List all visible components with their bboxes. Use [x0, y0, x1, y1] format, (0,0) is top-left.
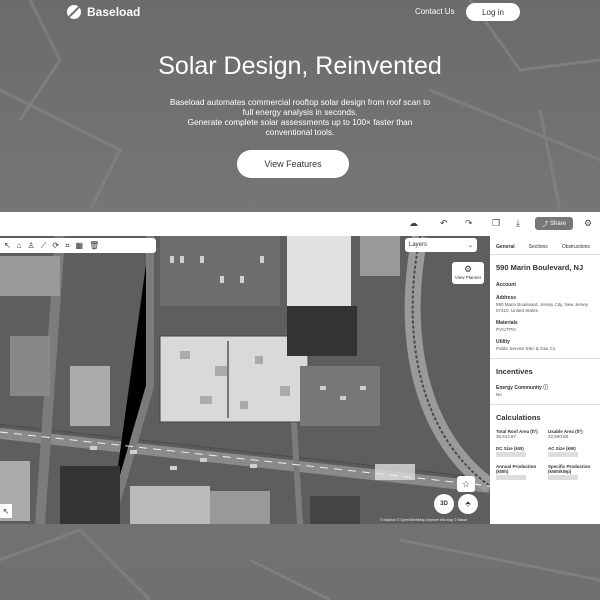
energy-community-value: No — [496, 392, 502, 397]
copy-icon[interactable]: ❐ — [492, 218, 500, 229]
utility-label: Utility — [496, 339, 510, 345]
tab-obstructions[interactable]: Obstructions — [562, 244, 590, 250]
property-panel: General Sections Obstructions 590 Marin … — [490, 236, 600, 524]
star-button[interactable]: ☆ — [457, 476, 475, 492]
undo-icon[interactable]: ↶ — [440, 218, 448, 229]
settings-icon[interactable]: ⚙ — [584, 218, 592, 229]
tab-sections[interactable]: Sections — [529, 244, 548, 250]
app-preview: ☁ ↶ ↷ ❐ ⤓ ⤴ Share ⚙ ↖ ⌂ ♙ ⟋ ⟳ ⌗ ▦ 🗑 Laye… — [0, 212, 600, 524]
map-control-button[interactable]: ↖ — [0, 504, 12, 518]
usable-area-value: 22,560.68 — [548, 434, 569, 439]
address-label: Address — [496, 295, 517, 301]
hero-title: Solar Design, Reinvented — [158, 52, 442, 80]
dc-size-placeholder — [496, 452, 526, 457]
calculations-title: Calculations — [496, 413, 541, 422]
grid-icon[interactable]: ▦ — [76, 241, 84, 250]
specific-production-label: Specific Production (kWh/kWp) — [548, 464, 591, 474]
redo-icon[interactable]: ↷ — [465, 218, 473, 229]
3d-toggle-button[interactable]: 3D — [434, 494, 454, 514]
account-label: Account — [496, 282, 516, 288]
login-button[interactable]: Log in — [466, 3, 520, 21]
crop-icon[interactable]: ⌗ — [65, 241, 70, 251]
share-button[interactable]: ⤴ Share — [535, 217, 573, 230]
utility-value: Public Service Elec & Gas Co — [496, 346, 556, 351]
ac-size-placeholder — [548, 452, 578, 457]
hero-subtitle: Baseload automates commercial rooftop so… — [130, 97, 470, 137]
cloud-icon[interactable]: ☁ — [409, 218, 418, 229]
view-planner-button[interactable]: ⚙ View Planner — [452, 262, 484, 284]
layers-dropdown[interactable]: Layers ⌄ — [405, 238, 477, 252]
annual-production-placeholder — [496, 475, 526, 480]
ruler-icon[interactable]: ⟋ — [41, 241, 47, 251]
map-attribution: © Mapbox © OpenStreetMap Improve this ma… — [380, 518, 468, 522]
gear-icon: ⚙ — [463, 264, 473, 274]
download-icon[interactable]: ⤓ — [516, 218, 520, 229]
view-features-button[interactable]: View Features — [237, 150, 349, 178]
address-value: 590 Marin Boulevard, Jersey City, New Je… — [496, 302, 588, 313]
brand-logo[interactable]: Baseload — [67, 5, 140, 19]
app-toolbar: ☁ ↶ ↷ ❐ ⤓ ⤴ Share ⚙ — [0, 212, 600, 237]
top-nav: Baseload Contact Us Log in — [0, 0, 600, 26]
total-roof-area-value: 35,514.87 — [496, 434, 517, 439]
hero-subtitle-line: Baseload automates commercial rooftop so… — [169, 97, 431, 107]
trash-icon[interactable]: 🗑 — [89, 241, 99, 250]
energy-community-text: Energy Community — [496, 385, 542, 391]
hero-subtitle-line: Generate complete solar assessments up t… — [187, 117, 413, 127]
chevron-down-icon: ⌄ — [467, 242, 473, 249]
energy-community-label: Energy Community ⓘ — [490, 378, 600, 392]
compass-button[interactable]: ⬘ — [458, 494, 478, 514]
specific-production-placeholder — [548, 475, 578, 480]
ac-size-label: AC Size (kW) — [548, 446, 576, 451]
dc-size-label: DC Size (kW) — [496, 446, 524, 451]
annual-production-label: Annual Production (kWh) — [496, 464, 537, 474]
compass-icon: ⬘ — [465, 501, 471, 508]
cursor-icon[interactable]: ↖ — [4, 241, 11, 250]
shirt-icon[interactable]: ♙ — [28, 241, 35, 250]
calculations-grid: Total Roof Area (ft²) 35,514.87 Usable A… — [490, 424, 600, 480]
contact-link[interactable]: Contact Us — [415, 7, 455, 16]
panel-tabs: General Sections Obstructions — [490, 236, 600, 255]
layers-label: Layers — [409, 242, 428, 248]
info-icon[interactable]: ⓘ — [543, 385, 548, 391]
rotate-icon[interactable]: ⟳ — [52, 241, 59, 250]
cursor-small-icon: ↖ — [2, 506, 10, 516]
share-icon: ⤴ — [541, 222, 548, 228]
view-planner-label: View Planner — [454, 275, 482, 280]
hero-subtitle-line: conventional tools. — [265, 127, 335, 137]
materials-label: Materials — [496, 320, 518, 326]
satellite-map[interactable]: ↖ ⌂ ♙ ⟋ ⟳ ⌗ ▦ 🗑 Layers ⌄ ⚙ View Planner … — [0, 236, 490, 524]
share-label: Share — [550, 220, 567, 227]
brand-name: Baseload — [87, 5, 141, 19]
house-icon[interactable]: ⌂ — [17, 241, 22, 250]
drawing-toolbar: ↖ ⌂ ♙ ⟋ ⟳ ⌗ ▦ 🗑 — [0, 238, 156, 253]
tab-general[interactable]: General — [496, 244, 515, 250]
star-icon: ☆ — [461, 478, 471, 489]
incentives-title: Incentives — [496, 367, 533, 376]
property-address-title: 590 Marin Boulevard, NJ — [496, 263, 584, 272]
hero-subtitle-line: full energy analysis in seconds. — [242, 107, 358, 117]
logo-icon — [67, 5, 81, 19]
